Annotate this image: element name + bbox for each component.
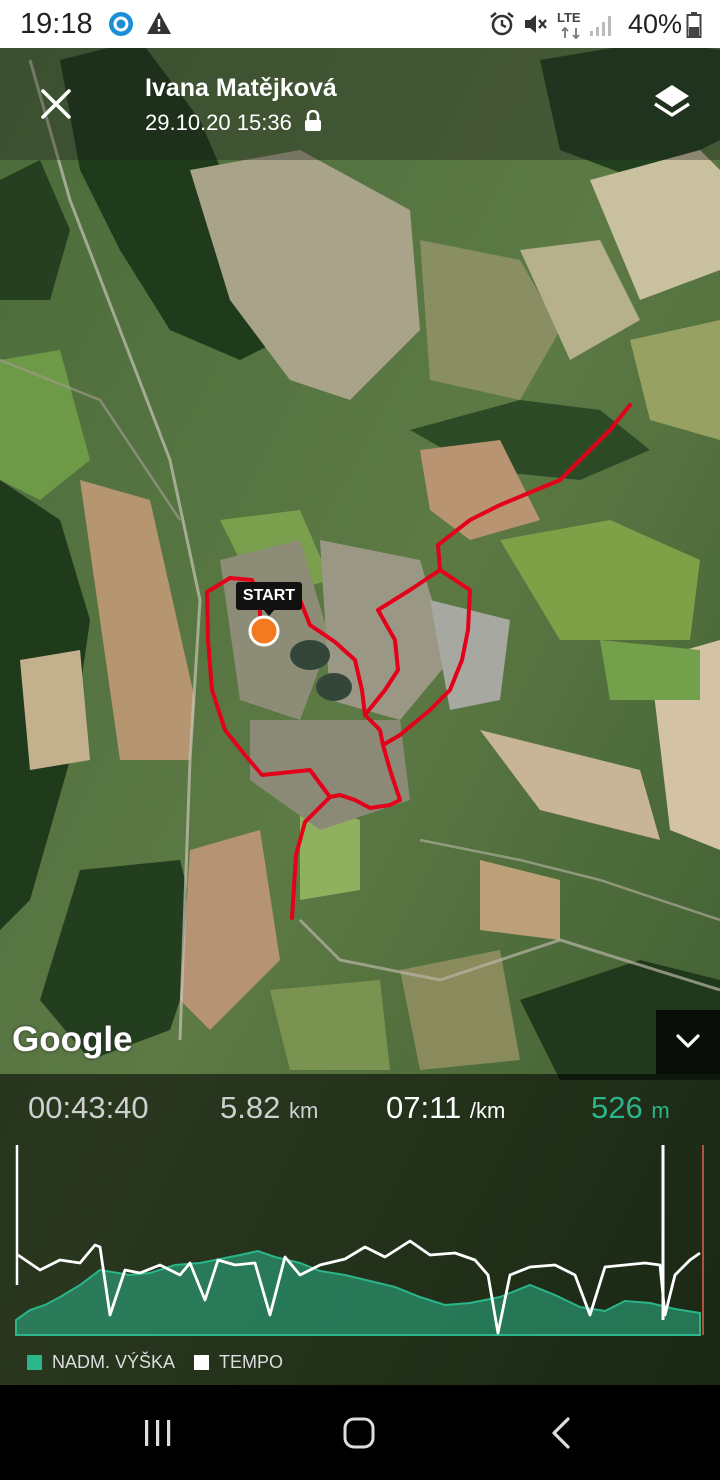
activity-owner-name: Ivana Matějková [145, 74, 337, 102]
distance-unit: km [288, 1098, 319, 1123]
pace-value: 07:11 [386, 1090, 462, 1125]
network-type: LTE [557, 10, 581, 25]
start-label-pointer [263, 609, 275, 616]
legend-tempo-label: TEMPO [219, 1352, 284, 1372]
legend-tempo: TEMPO [194, 1352, 283, 1373]
duration-value: 00:43:40 [28, 1090, 149, 1125]
start-label-text: START [242, 587, 296, 604]
top-bar [0, 48, 720, 160]
legend-elevation: NADM. VÝŠKA [27, 1352, 175, 1373]
mute-icon [525, 15, 547, 33]
activity-date-text: 29.10.20 15:36 [145, 110, 292, 135]
pace-unit: /km [469, 1098, 506, 1123]
home-icon[interactable] [342, 1416, 376, 1450]
signal-icon [590, 16, 611, 36]
stat-pace: 07:11 /km [386, 1090, 505, 1126]
activity-datetime: 29.10.20 15:36 [145, 109, 322, 136]
chevron-down-icon [676, 1034, 700, 1048]
collapse-panel-button[interactable] [656, 1010, 720, 1074]
battery-percent: 40% [627, 9, 682, 39]
distance-value: 5.82 [220, 1090, 281, 1125]
recent-apps-icon[interactable] [142, 1418, 174, 1448]
layers-icon[interactable] [652, 82, 692, 122]
system-nav-bar [0, 1385, 720, 1480]
lock-icon [304, 109, 321, 131]
start-label: START [236, 582, 302, 610]
stat-elevation: 526 m [591, 1090, 670, 1126]
alarm-icon [490, 11, 514, 36]
stat-duration: 00:43:40 [28, 1090, 149, 1126]
google-attribution: Google [12, 1020, 133, 1059]
status-bar: 19:18 LTE 40% [0, 0, 720, 48]
stat-distance: 5.82 km [220, 1090, 318, 1126]
sync-app-icon [109, 12, 133, 36]
elevation-unit: m [651, 1098, 670, 1123]
warning-icon [147, 12, 171, 34]
legend-tempo-swatch [194, 1355, 209, 1370]
data-arrows-icon [561, 27, 580, 39]
elevation-value: 526 [591, 1090, 643, 1125]
legend-elevation-label: NADM. VÝŠKA [52, 1352, 176, 1372]
back-icon[interactable] [550, 1417, 572, 1449]
status-time: 19:18 [20, 8, 93, 40]
battery-icon [686, 12, 702, 38]
activity-graph[interactable] [0, 1135, 720, 1340]
legend-elevation-swatch [27, 1355, 42, 1370]
start-marker[interactable] [248, 615, 280, 647]
close-icon[interactable] [40, 88, 72, 120]
